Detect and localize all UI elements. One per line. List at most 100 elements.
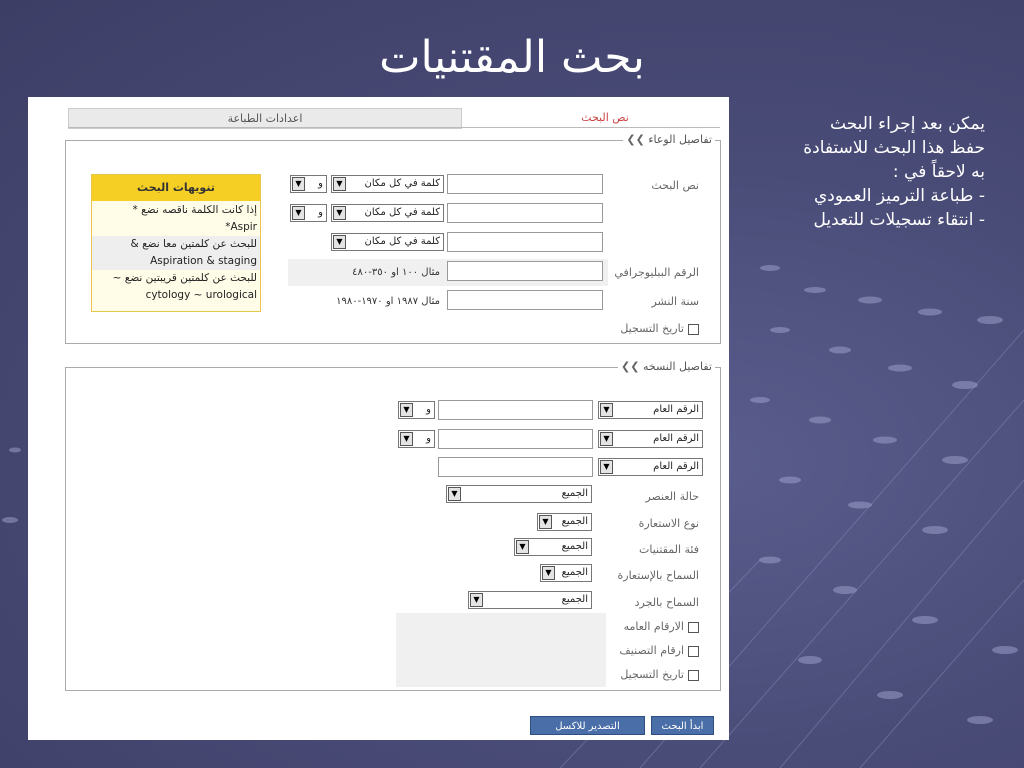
number-input[interactable] [438,457,593,477]
checkbox-box[interactable] [688,621,699,633]
allow-loan-label: السماح بالإستعارة [617,569,700,582]
number-field-select[interactable]: الرقم العام ▼ [598,458,703,476]
registration-date-checkbox[interactable]: تاريخ التسجيل [620,322,699,335]
hint-line: cytology ~ urological [145,289,257,301]
hint-line: Aspir* [225,221,257,233]
collapse-chevron-icon: ❯❯ [621,360,640,373]
number-field-select[interactable]: الرقم العام ▼ [598,401,703,419]
dropdown-arrow-icon: ▼ [448,487,461,501]
start-search-button[interactable]: ابدأ البحث [651,716,714,735]
select-value: الجميع [561,516,588,527]
dropdown-arrow-icon: ▼ [470,593,483,607]
dropdown-arrow-icon: ▼ [292,177,305,191]
hint-line: Aspiration & staging [92,253,260,270]
search-hints-box: تنويهات البحث إذا كانت الكلمة ناقصه نضع … [91,174,261,312]
search-scope-select[interactable]: كلمة في كل مكان ▼ [331,233,444,251]
number-field-select[interactable]: الرقم العام ▼ [598,430,703,448]
hint-line: للبحث عن كلمتين معا نضع & [92,236,260,253]
loan-type-label: نوع الاستعارة [638,517,699,530]
search-panel: اعدادات الطباعة نص البحث تفاصيل الوعاء ❯… [28,97,729,740]
dropdown-arrow-icon: ▼ [333,177,346,191]
checkbox-label: تاريخ التسجيل [620,668,684,681]
checkbox-box[interactable] [688,645,699,657]
checkbox-label: الارقام العامه [623,620,684,633]
allow-inventory-label: السماح بالجرد [634,596,699,609]
select-value: الرقم العام [653,404,699,415]
call-numbers-checkbox[interactable]: الارقام العامه [624,620,699,633]
pub-year-example-text: مثال ١٩٨٧ او ١٩٧٠-١٩٨٠ [336,296,440,307]
copy-details-legend[interactable]: تفاصيل النسخه ❯❯ [618,360,715,373]
checkbox-label: تاريخ التسجيل [620,322,684,335]
search-text-input[interactable] [447,203,603,223]
item-status-select[interactable]: الجميع ▼ [446,485,592,503]
hint-line: إذا كانت الكلمة ناقصه نضع * [132,204,257,216]
search-text-input[interactable] [447,174,603,194]
select-value: الجميع [561,488,588,499]
dropdown-arrow-icon: ▼ [292,206,305,220]
tab-print-settings[interactable]: اعدادات الطباعة [68,108,462,129]
note-line: به لاحقاً في : [892,162,985,182]
biblio-number-input[interactable] [447,261,603,281]
legend-label: تفاصيل النسخه [642,360,712,373]
search-text-label: نص البحث [651,179,699,192]
legend-label: تفاصيل الوعاء [648,133,712,146]
operator-select[interactable]: و ▼ [398,401,435,419]
select-value: الجميع [561,541,588,552]
classification-numbers-checkbox[interactable]: ارقام التصنيف [619,644,699,657]
select-value: كلمة في كل مكان [364,178,440,189]
select-value: الرقم العام [653,433,699,444]
hint-line: للبحث عن كلمتين قريبتين نضع ~ [112,272,257,284]
tab-bar: اعدادات الطباعة نص البحث [68,108,720,129]
loan-type-select[interactable]: الجميع ▼ [537,513,592,531]
dropdown-arrow-icon: ▼ [400,432,413,446]
select-value: و [318,178,323,189]
dropdown-arrow-icon: ▼ [600,403,613,417]
dropdown-arrow-icon: ▼ [600,460,613,474]
dropdown-arrow-icon: ▼ [400,403,413,417]
select-value: الجميع [561,594,588,605]
select-value: و [426,433,431,444]
operator-select[interactable]: و ▼ [398,430,435,448]
select-value: كلمة في كل مكان [364,207,440,218]
dropdown-arrow-icon: ▼ [539,515,552,529]
dropdown-arrow-icon: ▼ [516,540,529,554]
note-line: - طباعة الترميز العمودي [813,186,985,206]
collection-category-select[interactable]: الجميع ▼ [514,538,592,556]
allow-inventory-select[interactable]: الجميع ▼ [468,591,592,609]
collapse-chevron-icon: ❯❯ [626,133,645,146]
biblio-example-text: مثال ١٠٠ او ٣٥٠-٤٨٠ [352,267,440,278]
operator-select[interactable]: و ▼ [290,175,327,193]
number-input[interactable] [438,400,593,420]
select-value: و [318,207,323,218]
select-value: و [426,404,431,415]
biblio-number-label: الرقم الببليوجرافي [614,266,699,279]
allow-loan-select[interactable]: الجميع ▼ [540,564,592,582]
search-scope-select[interactable]: كلمة في كل مكان ▼ [331,175,444,193]
select-value: الرقم العام [653,461,699,472]
search-scope-select[interactable]: كلمة في كل مكان ▼ [331,204,444,222]
number-input[interactable] [438,429,593,449]
note-line: يمكن بعد إجراء البحث [830,114,985,134]
checkbox-box[interactable] [688,323,699,335]
note-line: - انتقاء تسجيلات للتعديل [813,210,985,230]
item-status-label: حالة العنصر [645,490,699,503]
dropdown-arrow-icon: ▼ [333,235,346,249]
dropdown-arrow-icon: ▼ [600,432,613,446]
checkbox-box[interactable] [688,669,699,681]
select-value: الجميع [561,567,588,578]
side-notes: يمكن بعد إجراء البحث حفظ هذا البحث للاست… [745,112,985,232]
operator-select[interactable]: و ▼ [290,204,327,222]
dropdown-arrow-icon: ▼ [333,206,346,220]
checkbox-rows-bg [396,613,606,687]
container-details-legend[interactable]: تفاصيل الوعاء ❯❯ [623,133,715,146]
tab-search-text[interactable]: نص البحث [490,108,720,127]
collection-category-label: فئة المقتنيات [639,543,699,556]
select-value: كلمة في كل مكان [364,236,440,247]
copy-registration-date-checkbox[interactable]: تاريخ التسجيل [620,668,699,681]
hints-title: تنويهات البحث [92,175,260,201]
pub-year-input[interactable] [447,290,603,310]
tab-divider [68,127,720,128]
pub-year-label: سنة النشر [651,295,699,308]
export-excel-button[interactable]: التصدير للاكسل [530,716,645,735]
search-text-input[interactable] [447,232,603,252]
